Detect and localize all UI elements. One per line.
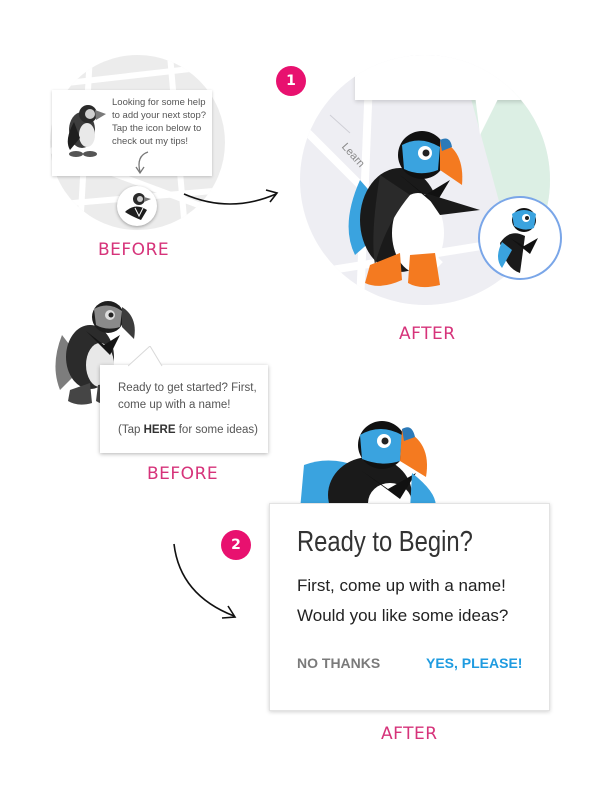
puffin-mascot-peek [300,421,436,510]
step-badge: 1 [276,66,306,96]
puffin-mascot-large [348,131,480,288]
before-tip-text-2: Ready to get started? First, come up wit… [118,380,268,439]
before-caption: BEFORE [98,240,170,260]
puffin-icon [125,193,151,220]
tip-line: come up with a name! [118,399,231,411]
tip-line: check out my tips! [112,136,189,147]
tip-line: Looking for some help [112,97,206,108]
tip-line: Tap the icon below to [112,123,202,134]
tip-card-edge [355,55,525,100]
after-caption-2: AFTER [381,724,438,744]
yes-please-button[interactable]: YES, PLEASE! [426,655,522,671]
after-caption: AFTER [399,324,456,344]
hint-arrow-icon [135,151,149,175]
tip-pointer [128,346,163,367]
puffin-icon [498,208,538,273]
tip-prefix: (Tap [118,424,144,436]
dialog-message-1: First, come up with a name! [297,576,506,595]
puffin-icon [67,105,106,157]
curved-arrow-icon [183,189,279,205]
tip-suffix: for some ideas) [175,424,258,436]
no-thanks-button[interactable]: NO THANKS [297,655,380,671]
tip-line-ideas: (Tap HERE for some ideas) [118,422,268,439]
dialog-message-2: Would you like some ideas? [297,606,509,625]
dialog-title: Ready to Begin? [297,526,473,558]
tip-line: Ready to get started? First, [118,382,257,394]
before-caption-2: BEFORE [147,464,219,484]
tips-puffin-button[interactable] [117,186,157,226]
step-badge-2: 2 [221,530,251,560]
after-puffin-button[interactable] [478,196,562,280]
before-tip-text: Looking for some help to add your next s… [112,96,220,148]
ready-dialog: Ready to Begin? First, come up with a na… [269,503,550,711]
here-link[interactable]: HERE [144,424,176,436]
tip-line: to add your next stop? [112,110,207,121]
